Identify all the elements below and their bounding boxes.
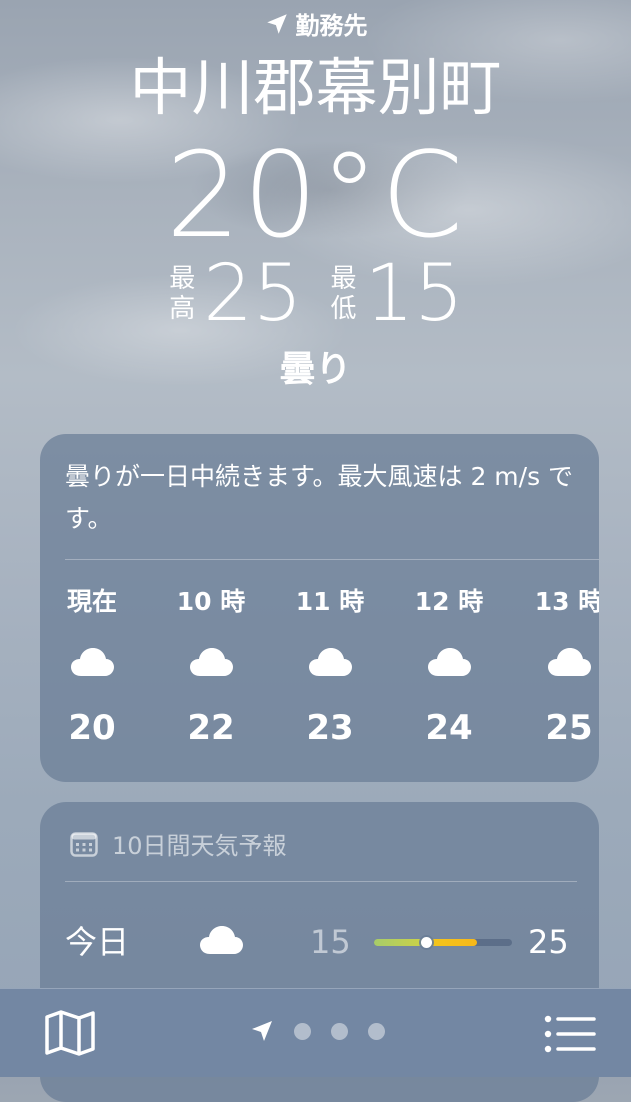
hour-temp: 24 xyxy=(425,708,473,748)
card-divider xyxy=(65,559,599,560)
high-label: 最高 xyxy=(169,264,196,324)
hourly-forecast-card[interactable]: 曇りが一日中続きます。最大風速は 2 m/s です。 現在 20 10 時 22… xyxy=(40,434,599,782)
cloud-icon xyxy=(190,648,233,676)
hour-item: 10 時 22 xyxy=(156,584,266,750)
hour-label: 13 時 xyxy=(534,587,599,616)
forecast-summary: 曇りが一日中続きます。最大風速は 2 m/s です。 xyxy=(65,462,574,533)
bottom-toolbar xyxy=(0,988,631,1077)
map-icon[interactable] xyxy=(44,1009,96,1057)
hour-temp: 20 xyxy=(68,708,116,748)
list-icon[interactable] xyxy=(544,1015,596,1053)
condition-text: 曇り xyxy=(279,349,352,390)
hour-item: 12 時 24 xyxy=(394,584,504,750)
location-label: 勤務先 xyxy=(295,12,368,40)
forecast-header: 10日間天気予報 xyxy=(70,826,287,861)
page-dot xyxy=(368,1022,385,1040)
hour-label: 現在 xyxy=(66,587,117,616)
hour-item: 13 時 25 xyxy=(514,584,599,750)
hourly-strip[interactable]: 現在 20 10 時 22 11 時 23 12 時 24 13 時 25 xyxy=(40,584,599,764)
hour-label: 10 時 xyxy=(176,587,246,616)
temperature-range-bar xyxy=(374,937,512,948)
high-value: 25 xyxy=(203,249,303,339)
day-label: 今日 xyxy=(65,923,130,961)
hour-item: 現在 20 xyxy=(40,584,147,750)
day-high: 25 xyxy=(528,923,569,961)
day-low: 15 xyxy=(310,923,351,961)
day-row[interactable]: 今日 15 25 xyxy=(40,912,599,972)
current-temperature: 20°C xyxy=(165,126,466,264)
hour-temp: 22 xyxy=(187,708,235,748)
current-temp-marker xyxy=(420,937,432,948)
low-label: 最低 xyxy=(330,264,357,324)
cloud-icon xyxy=(428,648,471,676)
low-value: 15 xyxy=(364,249,464,339)
high-group: 最高 25 xyxy=(167,252,302,336)
hour-label: 12 時 xyxy=(414,587,484,616)
forecast-title: 10日間天気予報 xyxy=(112,832,287,860)
cloud-icon xyxy=(548,648,591,676)
cloud-icon xyxy=(309,648,352,676)
cloud-icon xyxy=(200,926,243,954)
location-arrow-icon xyxy=(266,13,287,34)
location-arrow-icon xyxy=(252,1021,272,1041)
hour-temp: 23 xyxy=(306,708,354,748)
cloud-icon xyxy=(71,648,114,676)
page-dot xyxy=(294,1022,311,1040)
location-row: 勤務先 xyxy=(0,6,631,41)
hour-label: 11 時 xyxy=(295,587,365,616)
high-low-row: 最高 25 最低 15 xyxy=(0,252,631,336)
page-dot xyxy=(331,1022,348,1040)
low-group: 最低 15 xyxy=(329,249,464,339)
calendar-icon xyxy=(70,831,98,857)
card-divider xyxy=(65,881,577,882)
hour-item: 11 時 23 xyxy=(275,584,385,750)
city-name: 中川郡幕別町 xyxy=(129,51,502,124)
page-indicator[interactable] xyxy=(250,1019,385,1043)
hour-temp: 25 xyxy=(545,708,593,748)
